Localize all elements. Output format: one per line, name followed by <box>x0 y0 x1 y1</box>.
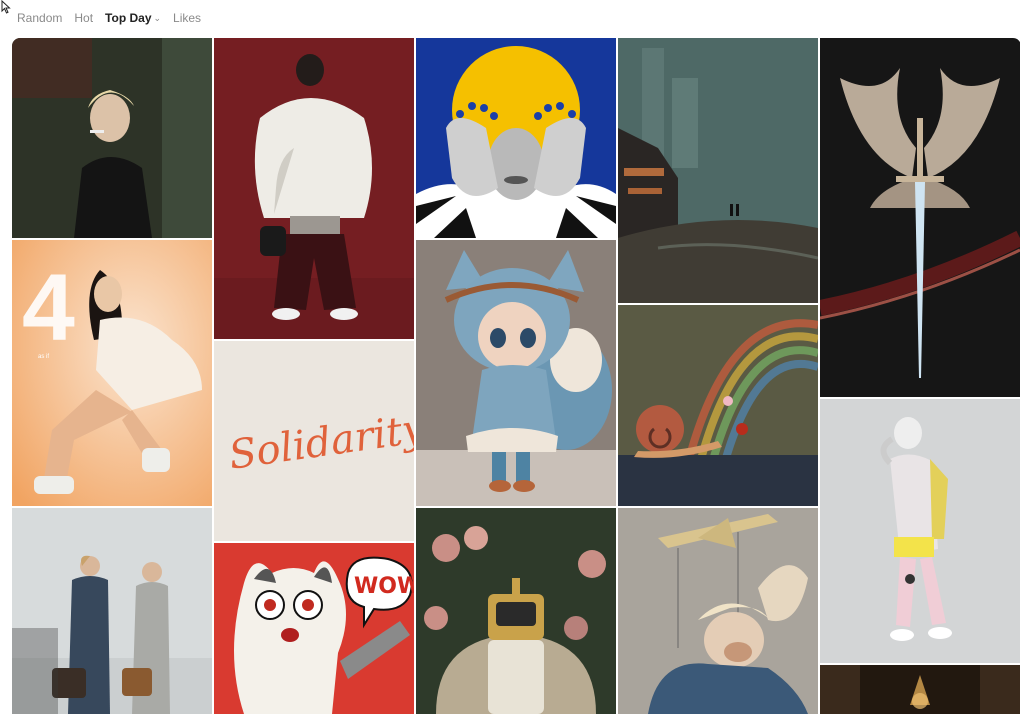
image-card-library-chandelier[interactable] <box>820 665 1020 714</box>
marionette-old-man-image <box>618 508 818 714</box>
image-card-men-in-suits[interactable] <box>12 508 212 714</box>
hands-over-eyes-image <box>416 38 616 238</box>
blonde-woman-image <box>12 38 212 238</box>
image-card-fashion-poster[interactable]: 4 as if <box>12 240 212 506</box>
men-in-suits-image <box>12 508 212 714</box>
image-card-wow-cat-comic[interactable]: WOW <box>214 543 414 714</box>
tab-likes-label: Likes <box>173 11 202 25</box>
image-card-foggy-beach-city[interactable] <box>618 38 818 303</box>
wow-cat-comic-image: WOW <box>214 543 414 714</box>
tab-likes[interactable]: Likes <box>173 11 201 25</box>
image-card-fluffy-fox-doll[interactable] <box>416 240 616 506</box>
mouse-cursor-icon <box>1 0 11 14</box>
image-card-blonde-woman-smoking[interactable] <box>12 38 212 238</box>
image-card-colorful-robot[interactable] <box>820 399 1020 663</box>
fur-coat-man-image <box>214 38 414 339</box>
tab-top-day[interactable]: Top Day ⌄ <box>105 11 161 25</box>
foggy-beach-city-image <box>618 38 818 303</box>
sort-tabs: Random Hot Top Day ⌄ Likes <box>17 11 201 25</box>
fluffy-fox-doll-image <box>416 240 616 506</box>
library-chandelier-image <box>820 665 1020 714</box>
poster-number: 4 <box>22 255 75 361</box>
chevron-down-icon[interactable]: ⌄ <box>154 13 162 24</box>
image-masonry-grid: 4 as if Solidarity WOW <box>12 38 1021 714</box>
wow-text: WOW <box>354 574 414 599</box>
image-card-solidarity-lettering[interactable]: Solidarity <box>214 341 414 541</box>
solidarity-lettering-image: Solidarity <box>214 341 414 541</box>
image-card-hands-over-eyes[interactable] <box>416 38 616 238</box>
fashion-poster-image: 4 as if <box>12 240 212 506</box>
tab-hot-label: Hot <box>74 11 94 25</box>
tab-hot[interactable]: Hot <box>74 11 93 25</box>
tab-random-label: Random <box>17 11 63 25</box>
image-card-fur-coat-man[interactable] <box>214 38 414 339</box>
image-card-marionette-old-man[interactable] <box>618 508 818 714</box>
snail-rainbow-image <box>618 305 818 506</box>
colorful-robot-image <box>820 399 1020 663</box>
vintage-robot-image <box>416 508 616 714</box>
tab-random[interactable]: Random <box>17 11 62 25</box>
poster-caption: as if <box>38 354 49 360</box>
image-card-vintage-robot[interactable] <box>416 508 616 714</box>
winged-sword-image <box>820 38 1020 397</box>
image-card-snail-rainbow[interactable] <box>618 305 818 506</box>
image-card-winged-sword[interactable] <box>820 38 1020 397</box>
tab-top-day-label: Top Day <box>105 11 152 25</box>
